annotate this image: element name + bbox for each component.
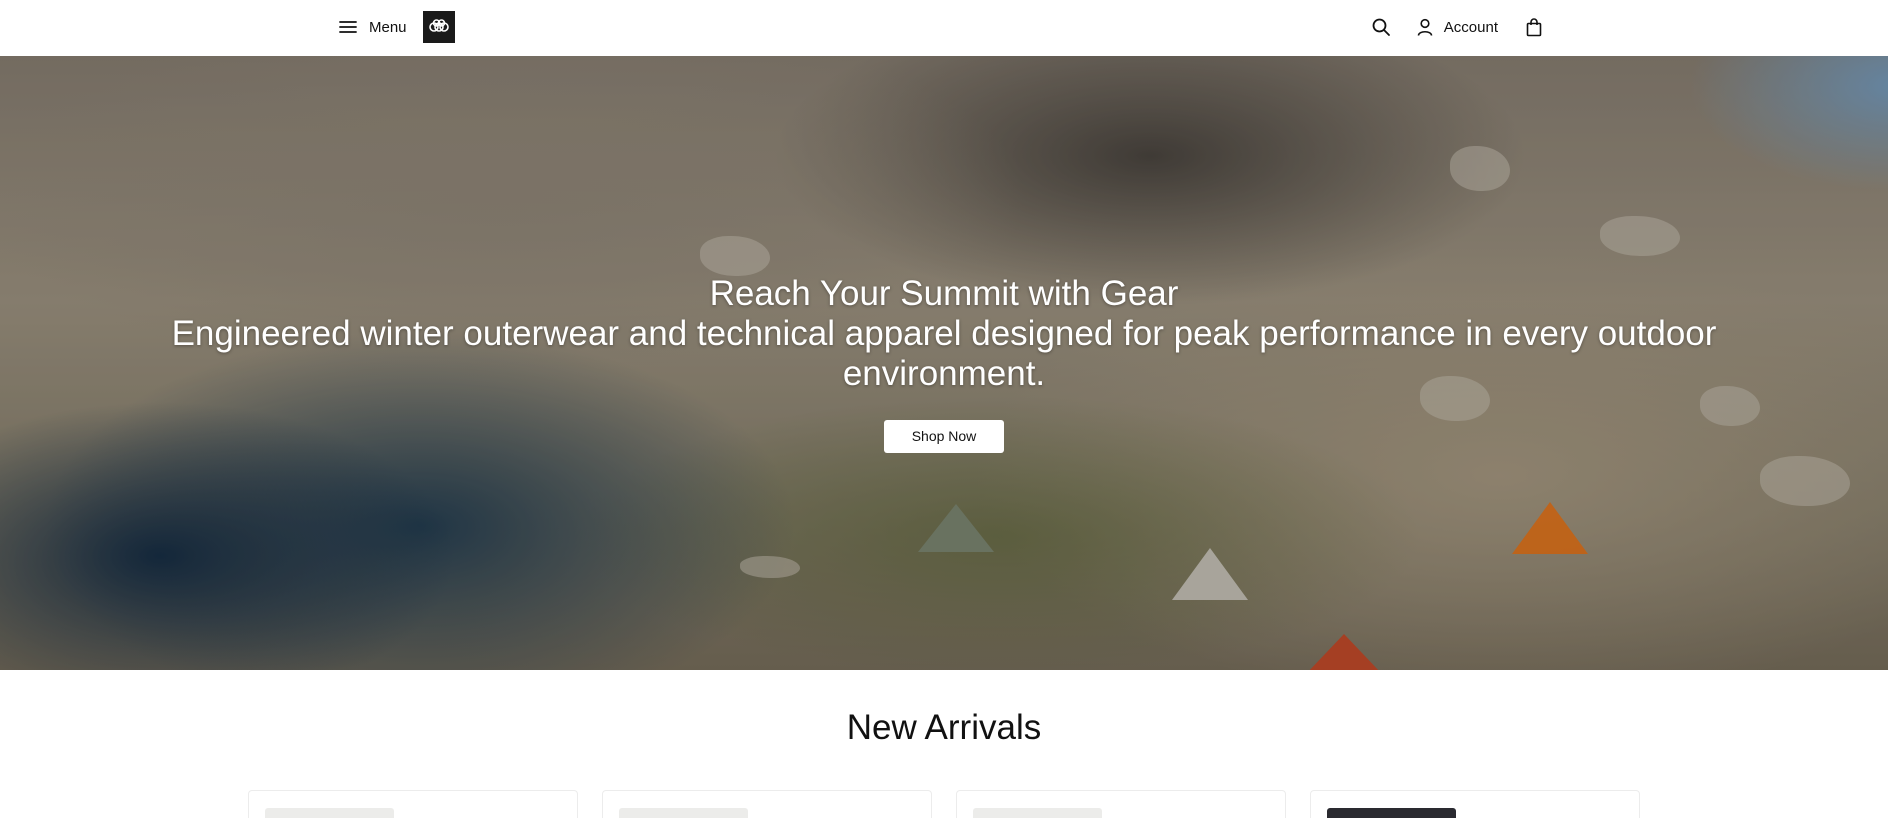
user-icon	[1417, 18, 1433, 36]
hero-content: Reach Your Summit with Gear Engineered w…	[0, 274, 1888, 453]
account-label: Account	[1443, 18, 1498, 36]
logo-icon	[428, 19, 449, 32]
cart-button[interactable]	[1524, 17, 1544, 37]
brand-logo[interactable]	[422, 11, 455, 43]
search-icon	[1372, 18, 1390, 36]
product-card[interactable]	[956, 790, 1286, 818]
menu-icon	[339, 21, 357, 33]
product-card[interactable]	[602, 790, 932, 818]
bag-icon	[1526, 18, 1542, 37]
header-left: Menu	[337, 11, 455, 43]
menu-label: Menu	[369, 18, 407, 36]
site-header: Menu Account	[0, 0, 1888, 56]
search-button[interactable]	[1371, 17, 1391, 37]
product-card[interactable]	[248, 790, 578, 818]
hero-banner: Reach Your Summit with Gear Engineered w…	[0, 56, 1888, 670]
header-right: Account	[1371, 11, 1544, 43]
hero-title: Reach Your Summit with Gear	[709, 274, 1179, 313]
product-image	[973, 808, 1102, 818]
account-button[interactable]: Account	[1415, 17, 1498, 37]
product-card[interactable]	[1310, 790, 1640, 818]
product-image	[619, 808, 748, 818]
shop-now-button[interactable]: Shop Now	[884, 420, 1004, 453]
menu-button[interactable]: Menu	[337, 16, 407, 38]
product-image	[1327, 808, 1456, 818]
hero-subtitle: Engineered winter outerwear and technica…	[171, 314, 1717, 393]
product-image	[265, 808, 394, 818]
new-arrivals-title: New Arrivals	[846, 708, 1042, 747]
